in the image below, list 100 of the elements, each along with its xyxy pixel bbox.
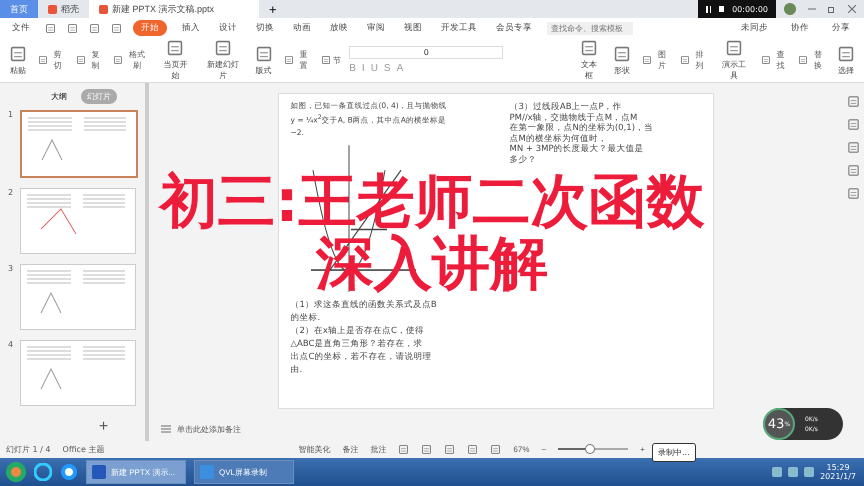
- ribbon-tab[interactable]: 插入: [178, 20, 204, 36]
- document-icon: [613, 44, 632, 62]
- slide-number: 4: [8, 340, 14, 351]
- ribbon-button[interactable]: 形状: [610, 42, 634, 78]
- document-icon: [214, 39, 232, 57]
- ribbon-tab[interactable]: 切换: [252, 20, 278, 36]
- slide-thumbnail[interactable]: [20, 264, 136, 330]
- close-icon[interactable]: [848, 5, 856, 13]
- slide-text: （2）在x轴上是否存在点C，使得: [290, 324, 425, 338]
- ribbon-button[interactable]: 演示工具: [715, 37, 753, 83]
- ribbon-tab[interactable]: 设计: [215, 20, 241, 36]
- ribbon-button[interactable]: 选择: [834, 42, 858, 78]
- document-icon: [724, 39, 743, 57]
- ribbon-tab[interactable]: 审阅: [363, 20, 389, 36]
- zoom-in-button[interactable]: +: [640, 444, 645, 454]
- ribbon-button[interactable]: 查找: [758, 48, 790, 72]
- document-icon: [9, 44, 27, 62]
- new-tab-button[interactable]: +: [259, 0, 287, 18]
- slide-number: 2: [8, 188, 14, 199]
- notes-icon: [161, 425, 171, 433]
- search-field[interactable]: 查找命令、搜索模板: [547, 22, 633, 34]
- ribbon-button[interactable]: 剪切: [36, 48, 68, 72]
- start-button-icon[interactable]: [6, 462, 26, 482]
- pause-icon[interactable]: [706, 6, 712, 12]
- avatar-icon[interactable]: [784, 3, 796, 15]
- slide-text: 点M的横坐标为何值时，: [510, 134, 608, 144]
- slide-thumbnail[interactable]: [20, 110, 138, 178]
- beautify-button[interactable]: 智能美化: [298, 444, 330, 454]
- ribbon-button[interactable]: 复制: [74, 48, 106, 72]
- toolbar-action[interactable]: 协作: [785, 21, 815, 35]
- toolbar-action[interactable]: 未同步: [735, 21, 774, 35]
- app-logo-icon: [48, 4, 57, 14]
- ribbon-button[interactable]: 重置: [282, 48, 314, 72]
- slide-text: 多少？: [510, 154, 538, 165]
- stop-icon[interactable]: [719, 6, 724, 12]
- ribbon-button[interactable]: 节: [319, 54, 344, 66]
- recording-timer: 00:00:00: [732, 4, 768, 14]
- document-icon: [580, 39, 598, 57]
- slide-thumbnail[interactable]: [20, 188, 136, 254]
- slide-text: （1）求这条直线的函数关系式及点B: [290, 298, 438, 312]
- font-size-field[interactable]: 0: [349, 46, 504, 59]
- slide-text: （3）过线段AB上一点P，作: [510, 102, 623, 112]
- clock-date[interactable]: 2021/1/7: [820, 472, 856, 481]
- ribbon-button[interactable]: 替换: [796, 48, 828, 72]
- document-icon: [38, 55, 48, 65]
- ribbon-button[interactable]: 排列: [678, 48, 710, 72]
- taskbar-app[interactable]: QVL屏幕录制: [194, 460, 294, 484]
- ribbon-button[interactable]: 文本框: [574, 37, 604, 83]
- slide-text: 在第一象限，点N的坐标为(0,1)，当: [510, 123, 654, 134]
- ribbon-tab[interactable]: 视图: [400, 20, 426, 36]
- document-icon: [836, 44, 855, 62]
- document-icon: [642, 55, 652, 65]
- notes-placeholder[interactable]: 单击此处添加备注: [177, 424, 241, 434]
- presentation-icon: [99, 4, 108, 14]
- document-tab[interactable]: 新建 PPTX 演示文稿.pptx: [89, 0, 259, 18]
- comments-button[interactable]: 批注: [370, 444, 386, 454]
- recording-tooltip: 录制中...: [652, 443, 696, 462]
- slide-text: 的坐标.: [290, 312, 322, 324]
- document-icon: [798, 55, 808, 65]
- document-icon: [321, 55, 332, 65]
- browser-icon[interactable]: [60, 463, 78, 481]
- browser-icon[interactable]: [34, 463, 52, 481]
- add-slide-button[interactable]: +: [62, 417, 145, 437]
- notes-button[interactable]: 备注: [342, 444, 358, 454]
- slide-number: 1: [8, 110, 14, 121]
- ribbon-tab[interactable]: 动画: [289, 20, 315, 36]
- document-icon: [254, 44, 273, 62]
- zoom-out-button[interactable]: −: [541, 444, 546, 454]
- slide-text: △ABC是直角三角形？若存在，求: [290, 338, 424, 350]
- slide-number: 3: [8, 264, 14, 275]
- file-menu[interactable]: 文件: [8, 20, 34, 36]
- ribbon-button[interactable]: 新建幻灯片: [200, 37, 246, 83]
- ribbon-tab[interactable]: 开发工具: [437, 20, 481, 36]
- slide-text: 出点C的坐标，若不存在，请说明理: [290, 350, 432, 364]
- ribbon-button[interactable]: 粘贴: [6, 42, 30, 78]
- document-icon: [680, 55, 690, 65]
- panel-tab[interactable]: 大纲: [45, 89, 73, 104]
- document-tab[interactable]: 稻壳: [38, 0, 89, 18]
- document-icon: [113, 55, 124, 65]
- ribbon-button[interactable]: 格式刷: [111, 48, 151, 72]
- document-icon: [76, 55, 86, 65]
- theme-name: Office 主题: [62, 444, 104, 454]
- ribbon-tab[interactable]: 放映: [326, 20, 352, 36]
- document-icon: [166, 39, 184, 57]
- ribbon-button[interactable]: 版式: [252, 42, 276, 78]
- slide-counter: 幻灯片 1 / 4: [6, 444, 51, 454]
- slide-thumbnail[interactable]: [20, 340, 136, 406]
- restore-icon[interactable]: [828, 5, 836, 13]
- document-icon: [760, 55, 771, 65]
- ribbon-button[interactable]: 当页开始: [156, 37, 194, 83]
- clock-time[interactable]: 15:29: [826, 463, 850, 472]
- zoom-level[interactable]: 67%: [513, 444, 530, 454]
- app-icon: [92, 465, 106, 479]
- slide-text: 由.: [290, 364, 304, 376]
- toolbar-action[interactable]: 分享: [826, 21, 856, 35]
- slide-text: MN + 3MP的长度最大？最大值是: [510, 144, 645, 154]
- ribbon-button[interactable]: 图片: [640, 48, 672, 72]
- ribbon-tab[interactable]: 会员专享: [492, 20, 536, 36]
- document-icon: [284, 55, 294, 65]
- app-icon: [200, 465, 214, 479]
